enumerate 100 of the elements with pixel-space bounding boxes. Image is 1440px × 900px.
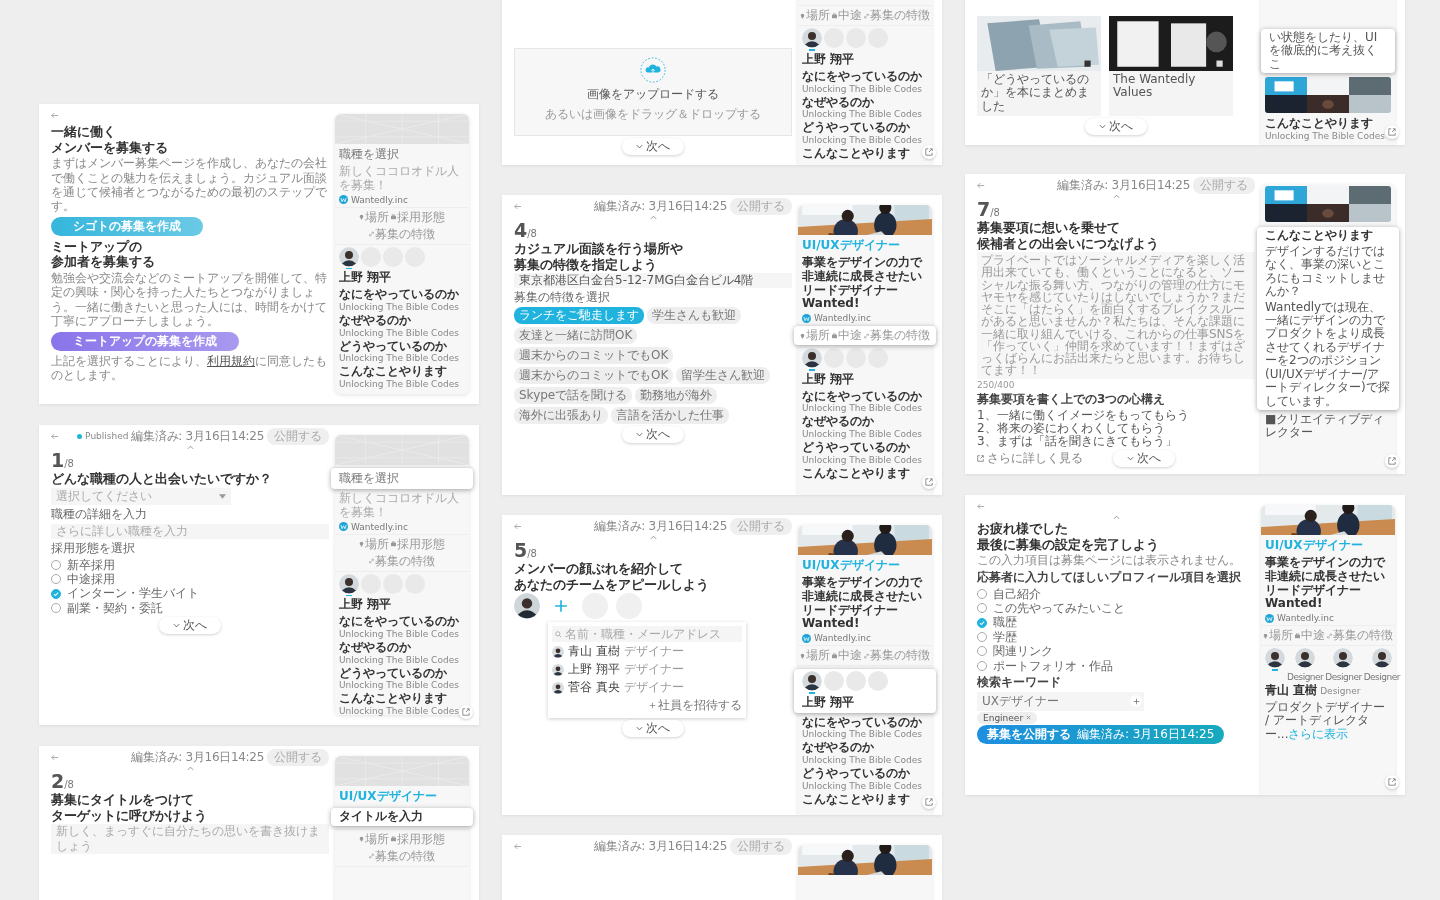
- keyword-tag[interactable]: Engineer: [977, 711, 1038, 724]
- back-arrow-icon[interactable]: [514, 522, 522, 530]
- external-link-button[interactable]: [922, 145, 936, 159]
- field-label: 職種を選択: [331, 468, 473, 489]
- avatar[interactable]: [339, 246, 359, 267]
- info-label: 場所: [365, 830, 389, 848]
- chevron-up-icon[interactable]: [1112, 515, 1120, 520]
- avatar[interactable]: [339, 573, 359, 594]
- avatar[interactable]: [514, 593, 540, 620]
- external-link-button[interactable]: [1385, 775, 1399, 789]
- step-number: 5: [514, 541, 528, 560]
- feature-chip[interactable]: ランチをご馳走します: [514, 307, 644, 325]
- job-select[interactable]: 選択してください: [51, 487, 231, 505]
- next-button[interactable]: 次へ: [159, 617, 221, 635]
- feature-chip[interactable]: Skypeで話を聞ける: [514, 387, 633, 405]
- text-field[interactable]: さらに詳しい職種を入力: [51, 523, 329, 539]
- external-link-button[interactable]: [922, 795, 936, 809]
- external-link-button[interactable]: [459, 705, 473, 719]
- person-name[interactable]: 菅谷 真央: [568, 679, 620, 697]
- text-field[interactable]: 東京都港区白金台5-12-7MG白金台ビル4階: [514, 273, 792, 289]
- chevron-up-icon[interactable]: [1112, 194, 1120, 199]
- search-field[interactable]: 名前・職種・メールアドレス: [552, 626, 742, 643]
- job-title: タイトルを入力: [331, 808, 473, 826]
- close-icon[interactable]: [1026, 715, 1032, 721]
- back-arrow-icon[interactable]: [977, 181, 985, 189]
- text-field[interactable]: 新しく、まっすぐに自分たちの思いを書き抜けましょう: [51, 824, 329, 855]
- saved-time: 編集済み: 3月16日14:25: [1057, 176, 1190, 194]
- back-arrow-icon[interactable]: [977, 502, 985, 510]
- avatar[interactable]: [1333, 648, 1354, 669]
- person-role: デザイナー: [623, 679, 684, 697]
- next-button[interactable]: 次へ: [1085, 118, 1147, 135]
- create-button[interactable]: ミートアップの募集を作成: [51, 331, 239, 351]
- next-button[interactable]: 次へ: [622, 720, 684, 738]
- search-icon: [555, 630, 562, 638]
- more-link[interactable]: さらに詳しく見る: [977, 449, 1083, 467]
- feature-chip[interactable]: 留学生さん歓迎: [676, 367, 771, 385]
- next-button[interactable]: 次へ: [622, 138, 684, 155]
- upload-area[interactable]: 画像をアップロードする あるいは画像をドラッグ＆ドロップする: [514, 48, 792, 136]
- back-arrow-icon[interactable]: [514, 202, 522, 210]
- step-number: 4: [514, 221, 528, 240]
- terms-link[interactable]: 利用規約: [207, 353, 255, 368]
- field-label: 採用形態を選択: [51, 539, 135, 557]
- section-title: こんなことやります: [1265, 117, 1373, 131]
- keyword-field[interactable]: UXデザイナー: [977, 691, 1144, 711]
- avatar[interactable]: [802, 348, 822, 369]
- radio-button[interactable]: [51, 588, 61, 599]
- radio-button[interactable]: [977, 617, 987, 628]
- avatar[interactable]: [802, 671, 822, 692]
- section-subtitle: Unlocking The Bible Codes: [339, 379, 459, 390]
- person-role: デザイナー: [623, 661, 684, 679]
- add-keyword-button[interactable]: [1130, 695, 1142, 708]
- invite-button[interactable]: 社員を招待する: [649, 697, 742, 715]
- avatar[interactable]: [1265, 648, 1285, 669]
- company-name: Wantedly.inc: [1277, 613, 1334, 624]
- caret-down-icon: [219, 492, 226, 500]
- external-link-button[interactable]: [1385, 125, 1399, 139]
- chevron-up-icon[interactable]: [186, 445, 194, 450]
- info-label: 募集の特徴: [870, 647, 930, 665]
- article-card[interactable]: 「どうやっているのか」を本にまとめました: [977, 15, 1101, 116]
- person-name[interactable]: 上野 翔平: [568, 661, 620, 679]
- feature-chip[interactable]: 友達と一緒に訪問OK: [514, 327, 638, 345]
- external-link-icon: [1388, 778, 1396, 786]
- back-arrow-icon[interactable]: [51, 432, 59, 440]
- company-logo: [339, 522, 348, 532]
- back-arrow-icon[interactable]: [514, 842, 522, 850]
- avatar[interactable]: [1295, 648, 1316, 669]
- saved-time: 編集済み: 3月16日14:25: [131, 427, 264, 445]
- feature-chip[interactable]: 学生さんも歓迎: [647, 307, 741, 325]
- publish-button[interactable]: 募集を公開する 編集済み: 3月16日14:25: [977, 724, 1225, 744]
- back-arrow-icon[interactable]: [51, 753, 59, 761]
- section-subtitle: Unlocking The Bible Codes: [802, 135, 922, 146]
- external-link-button[interactable]: [922, 475, 936, 489]
- chevron-up-icon[interactable]: [649, 215, 657, 220]
- next-button[interactable]: 次へ: [622, 426, 684, 444]
- field-label: 職種を選択: [338, 146, 400, 163]
- section-title: なにをやっているのか: [339, 288, 459, 302]
- chevron-down-icon: [636, 431, 643, 439]
- back-arrow-icon[interactable]: [51, 111, 59, 119]
- feature-chip[interactable]: 言語を活かした仕事: [611, 407, 729, 425]
- external-link-button[interactable]: [1385, 454, 1399, 468]
- list-item: 3、まずは「話を聞きにきてもらう」: [977, 434, 1178, 449]
- section-title: なにをやっているのか: [802, 389, 922, 404]
- article-card[interactable]: The Wantedly Values: [1109, 15, 1233, 116]
- chevron-up-icon[interactable]: [649, 535, 657, 540]
- person-name[interactable]: 青山 直樹: [568, 643, 620, 661]
- more-link[interactable]: さらに表示: [1288, 726, 1349, 741]
- create-button[interactable]: シゴトの募集を作成: [51, 216, 203, 236]
- info-label: 場所: [365, 208, 389, 226]
- avatar[interactable]: [802, 28, 822, 49]
- avatar-caption: Designer: [1287, 671, 1324, 682]
- feature-chip[interactable]: 勤務地が海外: [635, 387, 718, 405]
- text-area[interactable]: プライベートではソーシャルメディアを楽しく活用出来ていても、働くということになると、ソーシャルな振る舞い方、つながりの管理の仕方にモヤモヤを感じていたりはしないでしょうか？まだそこに「はたらく」を面白くするブレイクスルーがあると思いませんか？私たちは、そんな課題に一緒に取り組んでいける、これからの仕事SNSを「作っていく」仲間を求めています！！まずはざっくばらんにお話出来たらと思います。お待ちしてます！！: [977, 252, 1255, 379]
- briefcase-icon: [391, 836, 396, 843]
- avatar[interactable]: [1371, 648, 1392, 669]
- next-button[interactable]: 次へ: [1113, 450, 1175, 468]
- feature-chip[interactable]: 海外に出張あり: [514, 407, 608, 425]
- chevron-up-icon[interactable]: [186, 766, 194, 771]
- feature-chip[interactable]: 週末からのコミットでもOK: [514, 367, 674, 385]
- feature-chip[interactable]: 週末からのコミットでもOK: [514, 347, 674, 365]
- section-subtitle: Unlocking The Bible Codes: [339, 680, 459, 691]
